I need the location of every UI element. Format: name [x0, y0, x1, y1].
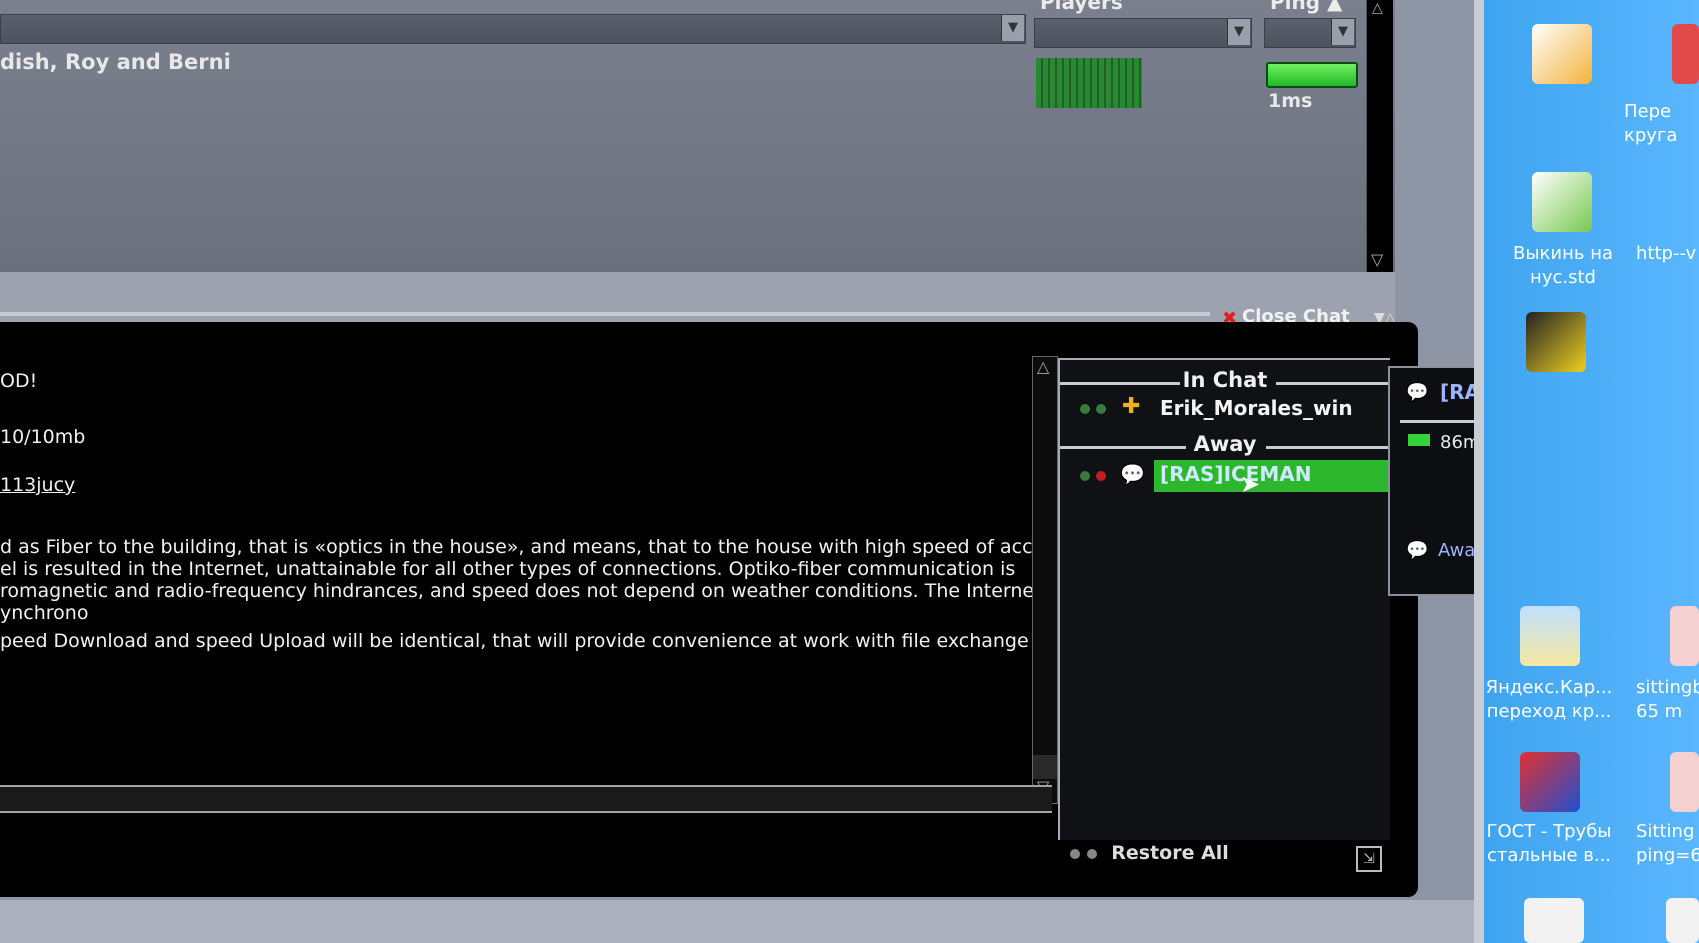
divider-line: [0, 312, 1210, 316]
desktop-icon-label[interactable]: Sitting b ping=6: [1636, 820, 1699, 868]
status-dot: [1086, 849, 1097, 859]
desktop-icon-label[interactable]: ГОСТ - Трубы стальные в...: [1474, 820, 1624, 868]
restore-all-button[interactable]: Restore All: [1070, 842, 1229, 864]
column-header-ping[interactable]: Ping ▲: [1270, 0, 1342, 14]
restore-all-label: Restore All: [1111, 842, 1229, 864]
shortcut-icon[interactable]: [1670, 752, 1699, 812]
in-chat-heading: In Chat: [1182, 368, 1268, 392]
chat-line: peed Download and speed Upload will be i…: [0, 630, 1029, 652]
scroll-up-icon[interactable]: △: [1372, 0, 1383, 16]
chevron-down-icon[interactable]: ▼: [1001, 15, 1024, 41]
column-header-ping-label: Ping: [1270, 0, 1321, 14]
desktop-icon-label[interactable]: sittingb 65 m: [1636, 676, 1699, 724]
user-name: Erik_Morales_win: [1160, 396, 1353, 420]
window-bottom-edge: [0, 900, 1474, 943]
cursor-icon: ➤: [1240, 470, 1261, 498]
server-row-ping: 1ms: [1268, 90, 1313, 112]
sort-up-icon: ▲: [1327, 0, 1343, 14]
tooltip-ping-bar: [1408, 434, 1430, 446]
document-icon[interactable]: [1524, 898, 1584, 943]
players-bar: [1036, 58, 1142, 108]
shortcut-icon[interactable]: [1672, 24, 1699, 84]
plus-icon: ✚: [1122, 394, 1141, 419]
user-name: [RAS]ICEMAN: [1160, 462, 1312, 486]
document-icon[interactable]: [1666, 898, 1699, 943]
scroll-down-icon[interactable]: ▽: [1371, 250, 1383, 269]
desktop-icon-label[interactable]: Яндекс.Кар... переход кр...: [1474, 676, 1624, 724]
chat-line: OD!: [0, 370, 38, 392]
status-dot: [1080, 471, 1090, 481]
ping-bar: [1266, 62, 1358, 88]
chat-line: romagnetic and radio-frequency hindrance…: [0, 580, 1072, 602]
shortcut-icon[interactable]: [1670, 606, 1699, 666]
ping-filter[interactable]: ▼: [1264, 18, 1356, 48]
user-list-panel: In Chat Away: [1058, 358, 1390, 840]
desktop-icon-label[interactable]: Пере круга: [1624, 100, 1699, 148]
chat-line: 10/10mb: [0, 426, 86, 448]
server-filter-bar[interactable]: ▼: [0, 14, 1026, 44]
panel-divider: [0, 272, 1395, 324]
server-row-name[interactable]: dish, Roy and Berni: [0, 50, 231, 74]
desktop-icon-label[interactable]: http--v: [1636, 242, 1699, 266]
shortcut-icon[interactable]: [1520, 606, 1580, 666]
resize-icon[interactable]: ⇲: [1356, 846, 1382, 872]
shortcut-icon[interactable]: [1520, 752, 1580, 812]
shortcut-icon[interactable]: [1532, 24, 1592, 84]
chevron-down-icon[interactable]: ▼: [1331, 19, 1354, 45]
shortcut-icon[interactable]: [1526, 312, 1586, 372]
desktop-icon-label[interactable]: Выкинь на нус.std: [1488, 242, 1638, 290]
user-list-item-selected[interactable]: 💬 [RAS]ICEMAN ➤: [1070, 460, 1390, 498]
status-dot: [1080, 404, 1090, 414]
status-dot: [1096, 404, 1106, 414]
chevron-down-icon[interactable]: ▼: [1227, 19, 1250, 45]
scroll-up-icon[interactable]: △: [1037, 357, 1049, 376]
chat-scrollbar[interactable]: △ ▽: [1032, 356, 1058, 804]
user-list-item[interactable]: ✚ Erik_Morales_win: [1070, 394, 1388, 424]
chat-bubble-icon: 💬: [1406, 382, 1429, 403]
scroll-thumb[interactable]: [1033, 755, 1057, 779]
chat-link[interactable]: 113jucy: [0, 474, 75, 496]
server-list-scrollbar[interactable]: △ ▽: [1366, 0, 1393, 276]
away-heading: Away: [1193, 432, 1257, 456]
chat-bubble-icon: 💬: [1406, 540, 1429, 561]
chat-line: ynchrono: [0, 602, 89, 624]
chat-line: d as Fiber to the building, that is «opt…: [0, 536, 1065, 558]
status-dot: [1070, 849, 1080, 859]
shortcut-icon[interactable]: [1532, 172, 1592, 232]
chat-input[interactable]: [0, 785, 1052, 813]
chat-bubble-icon: 💬: [1120, 462, 1145, 486]
column-header-players[interactable]: Players: [1040, 0, 1123, 14]
status-dot: [1096, 471, 1106, 481]
chat-line: el is resulted in the Internet, unattain…: [0, 558, 1016, 580]
players-filter[interactable]: ▼: [1034, 18, 1252, 48]
